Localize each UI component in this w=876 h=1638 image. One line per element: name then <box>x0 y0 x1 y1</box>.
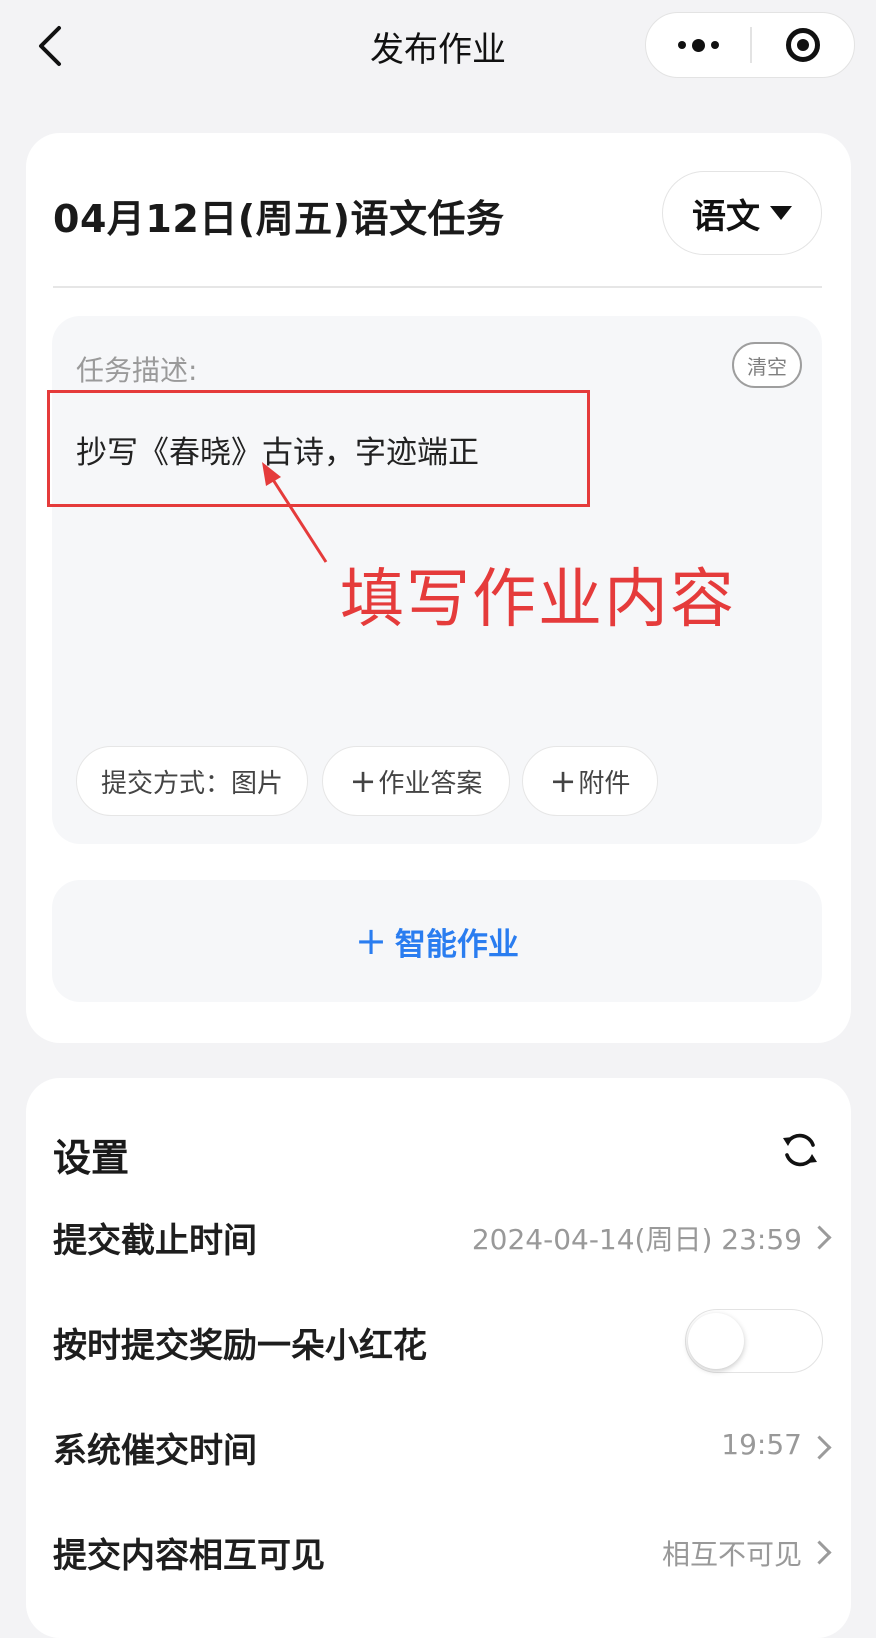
smart-homework-label: 智能作业 <box>394 926 519 963</box>
subject-select[interactable]: 语文 <box>662 171 822 255</box>
smart-homework-button[interactable]: + 智能作业 <box>52 880 822 1002</box>
submit-method-chip[interactable]: 提交方式：图片 <box>76 746 308 816</box>
annotation-text: 填写作业内容 <box>340 563 736 637</box>
toggle-knob <box>688 1313 744 1369</box>
plus-icon: + <box>549 762 577 800</box>
settings-title: 设置 <box>53 1136 130 1180</box>
more-dots-icon <box>677 41 686 49</box>
reward-label: 按时提交奖励一朵小红花 <box>53 1326 427 1366</box>
plus-icon: + <box>349 762 377 800</box>
record-circle-icon <box>785 28 820 62</box>
deadline-label: 提交截止时间 <box>53 1221 257 1261</box>
clear-button[interactable]: 清空 <box>732 342 802 388</box>
add-attachment-button[interactable]: + 附件 <box>522 746 658 816</box>
add-answer-button[interactable]: + 作业答案 <box>322 746 510 816</box>
task-title[interactable]: 04月12日(周五)语文任务 <box>53 188 505 243</box>
plus-icon: + <box>355 919 387 963</box>
visibility-label: 提交内容相互可见 <box>53 1536 325 1576</box>
more-button[interactable] <box>646 13 750 77</box>
reward-toggle[interactable] <box>685 1309 823 1373</box>
visibility-value[interactable]: 相互不可见 <box>662 1533 802 1573</box>
annotation-highlight-box <box>47 390 590 507</box>
mini-program-capsule <box>645 12 855 78</box>
refresh-icon[interactable] <box>780 1130 820 1170</box>
close-button[interactable] <box>752 13 855 77</box>
reminder-label: 系统催交时间 <box>53 1431 257 1471</box>
caret-down-icon <box>770 206 792 220</box>
description-label: 任务描述: <box>76 354 198 387</box>
subject-label: 语文 <box>692 196 760 237</box>
divider <box>53 286 822 288</box>
deadline-value[interactable]: 2024-04-14(周日) 23:59 <box>472 1218 802 1258</box>
reminder-value[interactable]: 19:57 <box>721 1428 802 1461</box>
